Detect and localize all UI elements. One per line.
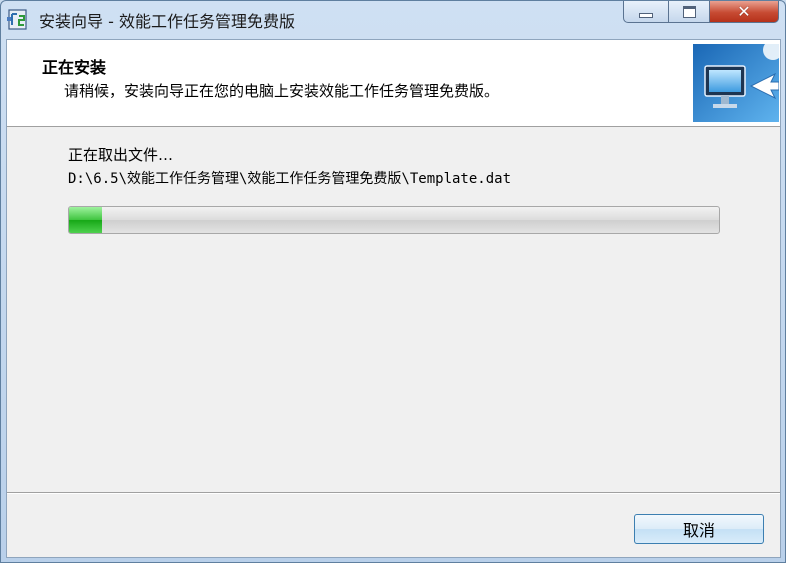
maximize-icon: [682, 5, 696, 18]
window-title: 安装向导 - 效能工作任务管理免费版: [39, 12, 295, 31]
wizard-client-area: 正在安装 请稍候，安装向导正在您的电脑上安装效能工作任务管理免费版。 正在取出文…: [6, 39, 781, 558]
cancel-button[interactable]: 取消: [634, 514, 764, 544]
install-progress-bar: [68, 206, 720, 234]
maximize-button[interactable]: [668, 1, 710, 23]
page-title: 正在安装: [42, 58, 107, 77]
current-file-path: D:\6.5\效能工作任务管理\效能工作任务管理免费版\Template.dat: [68, 171, 512, 187]
minimize-button[interactable]: [623, 1, 669, 23]
minimize-icon: [639, 13, 653, 18]
installer-icon: [7, 9, 27, 30]
installer-window: 安装向导 - 效能工作任务管理免费版 ✕ 正在安装 请稍候，安装向导正在您的电脑…: [0, 0, 786, 563]
page-subtitle: 请稍候，安装向导正在您的电脑上安装效能工作任务管理免费版。: [64, 82, 500, 100]
progress-fill: [69, 207, 102, 233]
wizard-header: 正在安装 请稍候，安装向导正在您的电脑上安装效能工作任务管理免费版。: [7, 40, 780, 127]
title-bar[interactable]: 安装向导 - 效能工作任务管理免费版 ✕: [1, 1, 785, 39]
computer-install-icon: [693, 44, 779, 122]
close-icon: ✕: [737, 1, 751, 21]
footer-separator: [7, 492, 780, 494]
close-button[interactable]: ✕: [709, 1, 779, 23]
status-label: 正在取出文件…: [68, 146, 174, 164]
